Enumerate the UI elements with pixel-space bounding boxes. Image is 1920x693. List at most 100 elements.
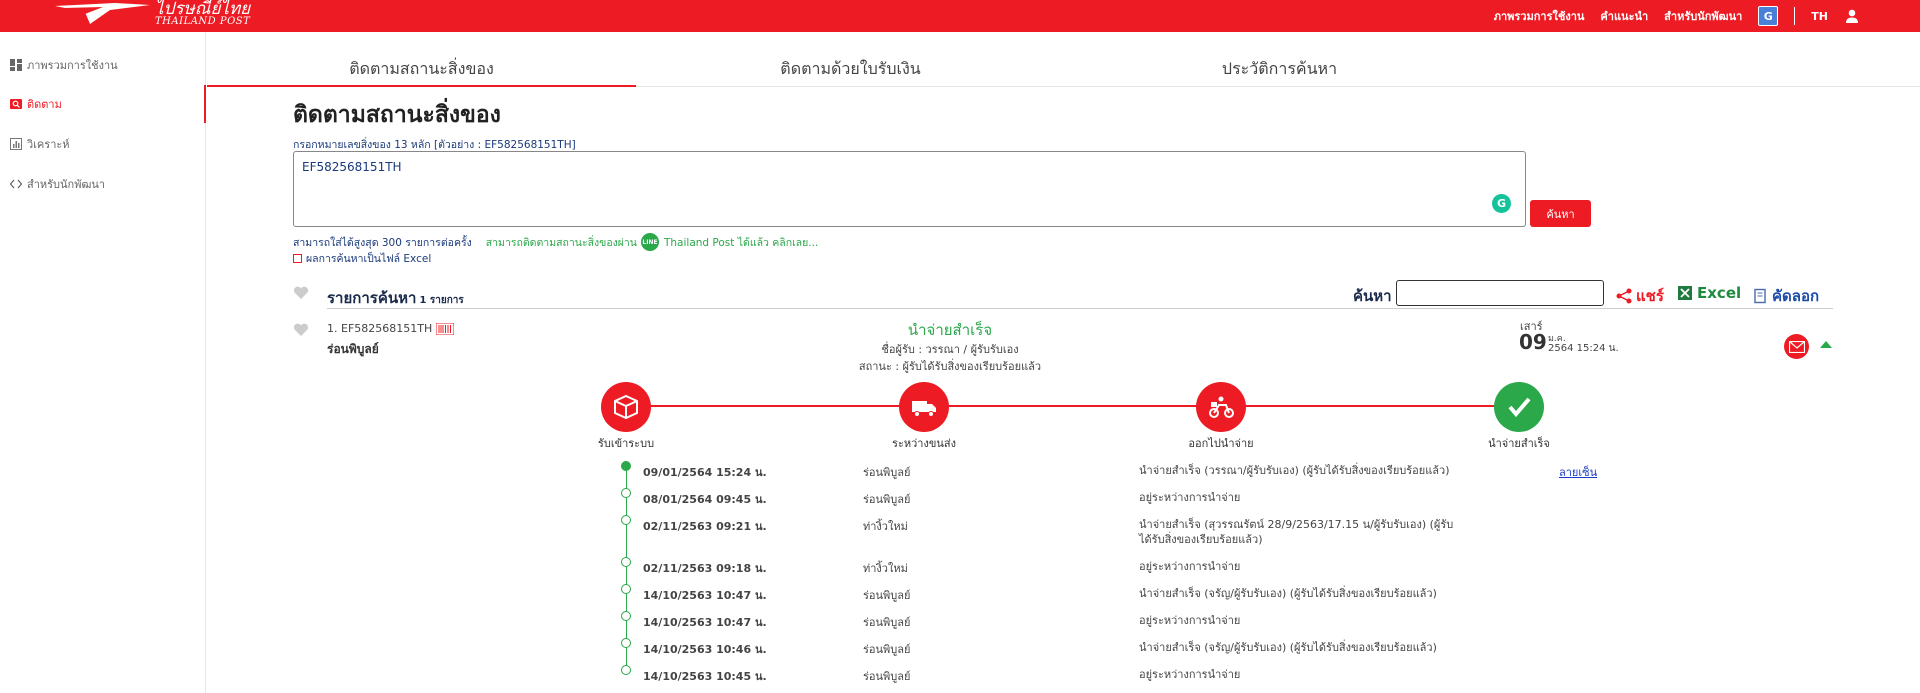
track-icon (10, 99, 22, 109)
results-count: 1 รายการ (419, 295, 464, 306)
copy-button[interactable]: คัดลอก (1752, 284, 1819, 308)
timeline-location: ร่อนพิบูลย์ (863, 466, 911, 479)
logo-en-text: THAILAND POST (155, 16, 251, 27)
timeline-description: นำจ่ายสำเร็จ (จรัญ/ผู้รับรับเอง) (ผู้รับ… (1139, 641, 1437, 654)
timeline-date: 08/01/2564 09:45 น. (643, 493, 767, 506)
timeline-dot (621, 584, 631, 594)
timeline-dot (621, 461, 631, 471)
timeline-location: ท่างิ้วใหม่ (863, 520, 908, 533)
step-check-icon (1494, 382, 1544, 432)
language-toggle[interactable]: TH (1811, 10, 1828, 23)
excel-checkbox[interactable] (293, 254, 302, 263)
tracking-number-input[interactable]: EF582568151TH (293, 151, 1526, 227)
grammarly-icon[interactable]: G (1492, 194, 1511, 213)
sidebar-item-label: สำหรับนักพัฒนา (27, 178, 106, 191)
sidebar-item-developer[interactable]: สำหรับนักพัฒนา (0, 165, 206, 203)
timeline-date: 14/10/2563 10:47 น. (643, 616, 767, 629)
top-bar: ไปรษณีย์ไทย THAILAND POST ภาพรวมการใช้งา… (0, 0, 1920, 32)
delivery-status: นำจ่ายสำเร็จ (907, 321, 993, 339)
excel-label: Excel (1697, 284, 1742, 302)
share-icon (1616, 288, 1632, 304)
sidebar-item-track[interactable]: ติดตาม (0, 85, 206, 123)
step-truck-icon (899, 382, 949, 432)
receiver-info: ชื่อผู้รับ : วรรณา / ผู้รับรับเอง (881, 343, 1019, 356)
timeline-description: อยู่ระหว่างการนำจ่าย (1139, 668, 1241, 681)
timeline-dot (621, 488, 631, 498)
progress-line (626, 405, 1518, 407)
timeline-dot (621, 665, 631, 675)
timeline-description: นำจ่ายสำเร็จ (จรัญ/ผู้รับรับเอง) (ผู้รับ… (1139, 587, 1437, 600)
step-label: ออกไปนำจ่าย (1188, 437, 1254, 450)
sidebar-item-overview[interactable]: ภาพรวมการใช้งาน (0, 46, 206, 84)
excel-option[interactable]: ผลการค้นหาเป็นไฟล์ Excel (293, 250, 431, 267)
timeline-location: ร่อนพิบูลย์ (863, 493, 911, 506)
nav-developer-link[interactable]: สำหรับนักพัฒนา (1664, 7, 1742, 25)
step-label: นำจ่ายสำเร็จ (1488, 437, 1550, 450)
line-note: สามารถติดตามสถานะสิ่งของผ่าน (485, 236, 637, 249)
timeline-location: ร่อนพิบูลย์ (863, 589, 911, 602)
copy-icon (1754, 288, 1766, 304)
timeline-date: 14/10/2563 10:45 น. (643, 670, 767, 683)
timeline-location: ท่างิ้วใหม่ (863, 562, 908, 575)
chart-icon (10, 138, 22, 150)
timeline-date: 02/11/2563 09:21 น. (643, 520, 767, 533)
tab-track-receipt[interactable]: ติดตามด้วยใบรับเงิน (636, 50, 1065, 87)
user-icon[interactable] (1844, 8, 1860, 24)
mail-icon[interactable] (1784, 334, 1809, 359)
timeline-date: 14/10/2563 10:46 น. (643, 643, 767, 656)
tab-track-status[interactable]: ติดตามสถานะสิ่งของ (207, 50, 636, 87)
line-link[interactable]: Thailand Post ได้แล้ว คลิกเลย... (664, 234, 818, 251)
signature-link[interactable]: ลายเซ็น (1559, 463, 1597, 481)
item-office: ร่อนพิบูลย์ (327, 342, 379, 356)
results-search-input[interactable] (1396, 280, 1604, 306)
excel-icon (1678, 286, 1692, 300)
sidebar-item-analytics[interactable]: วิเคราะห์ (0, 125, 206, 163)
results-divider (327, 308, 1833, 309)
top-nav: ภาพรวมการใช้งาน คำแนะนำ สำหรับนักพัฒนา G… (1494, 0, 1860, 32)
page-title: ติดตามสถานะสิ่งของ (293, 102, 501, 128)
item-number: 1. EF582568151TH (327, 322, 455, 335)
nav-divider (1794, 7, 1796, 25)
logo-bird-icon (55, 3, 150, 24)
timeline-dot (621, 515, 631, 525)
nav-guide-link[interactable]: คำแนะนำ (1600, 7, 1648, 25)
timeline-location: ร่อนพิบูลย์ (863, 643, 911, 656)
tab-search-history[interactable]: ประวัติการค้นหา (1065, 50, 1494, 87)
timeline-date: 02/11/2563 09:18 น. (643, 562, 767, 575)
share-button[interactable]: แชร์ (1616, 284, 1664, 308)
timeline-description: นำจ่ายสำเร็จ (สุวรรณรัตน์ 28/9/2563/17.1… (1139, 518, 1454, 546)
favorite-heart-icon[interactable] (293, 323, 309, 337)
google-translate-icon[interactable]: G (1758, 6, 1779, 26)
timeline-location: ร่อนพิบูลย์ (863, 670, 911, 683)
barcode-icon[interactable] (436, 322, 455, 335)
excel-option-label: ผลการค้นหาเป็นไฟล์ Excel (306, 253, 432, 265)
line-app-icon: LINE (640, 233, 659, 251)
timeline-date: 09/01/2564 15:24 น. (643, 466, 767, 479)
search-button[interactable]: ค้นหา (1530, 200, 1591, 227)
timeline-dot (621, 557, 631, 567)
timeline-dot (621, 638, 631, 648)
timeline-dot (621, 611, 631, 621)
results-title-text: รายการค้นหา (327, 289, 417, 307)
results-search-label: ค้นหา (1353, 287, 1392, 305)
sidebar: ภาพรวมการใช้งาน ติดตาม วิเคราะห์ สำหรับน… (0, 32, 206, 693)
thailand-post-logo[interactable]: ไปรษณีย์ไทย THAILAND POST (55, 0, 250, 32)
timeline-description: อยู่ระหว่างการนำจ่าย (1139, 614, 1241, 627)
collapse-icon[interactable] (1820, 341, 1832, 348)
tab-bar: ติดตามสถานะสิ่งของ ติดตามด้วยใบรับเงิน ป… (207, 50, 1920, 87)
timeline-location: ร่อนพิบูลย์ (863, 616, 911, 629)
search-notes: สามารถใส่ได้สูงสุด 300 รายการต่อครั้ง สา… (293, 233, 818, 251)
results-title: รายการค้นหา 1 รายการ (327, 286, 464, 310)
dashboard-icon (10, 59, 22, 71)
heart-icon[interactable] (293, 286, 309, 300)
excel-export-button[interactable]: Excel (1677, 284, 1741, 302)
sidebar-item-label: ติดตาม (27, 98, 62, 111)
step-box-icon (601, 382, 651, 432)
limit-note: สามารถใส่ได้สูงสุด 300 รายการต่อครั้ง (293, 236, 472, 249)
timeline-description: อยู่ระหว่างการนำจ่าย (1139, 560, 1241, 573)
step-label: รับเข้าระบบ (597, 437, 655, 450)
sidebar-item-label: ภาพรวมการใช้งาน (27, 59, 118, 72)
timeline-description: อยู่ระหว่างการนำจ่าย (1139, 491, 1241, 504)
copy-label: คัดลอก (1772, 287, 1820, 305)
nav-overview-link[interactable]: ภาพรวมการใช้งาน (1494, 7, 1585, 25)
